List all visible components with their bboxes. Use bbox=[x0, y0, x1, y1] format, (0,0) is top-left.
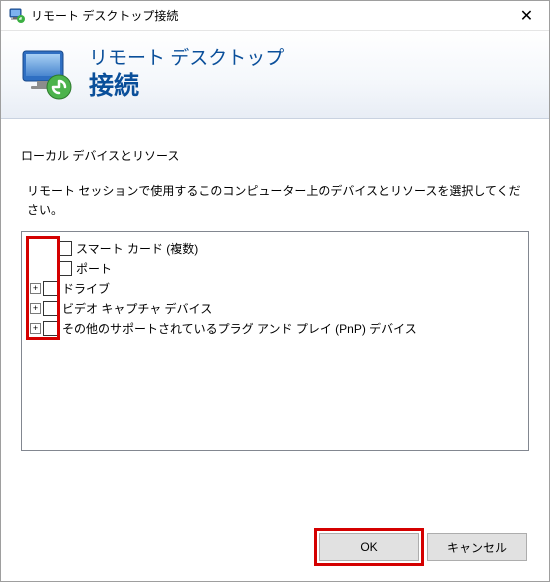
dialog-window: リモート デスクトップ接続 ✕ リモート デ bbox=[0, 0, 550, 582]
checkbox-video-capture[interactable] bbox=[43, 301, 58, 316]
tree-item-video-capture[interactable]: + ビデオ キャプチャ デバイス bbox=[26, 298, 524, 318]
ok-button[interactable]: OK bbox=[319, 533, 419, 561]
tree-label: ビデオ キャプチャ デバイス bbox=[61, 300, 212, 317]
tree-item-smartcard[interactable]: スマート カード (複数) bbox=[26, 238, 524, 258]
dialog-body: ローカル デバイスとリソース リモート セッションで使用するこのコンピューター上… bbox=[1, 119, 549, 581]
tree-expander-icon[interactable]: + bbox=[30, 303, 41, 314]
tree-item-drives[interactable]: + ドライブ bbox=[26, 278, 524, 298]
ok-button-label: OK bbox=[360, 540, 377, 554]
checkbox-pnp[interactable] bbox=[43, 321, 58, 336]
app-icon bbox=[9, 8, 25, 24]
titlebar[interactable]: リモート デスクトップ接続 ✕ bbox=[1, 1, 549, 31]
tree-expander-placeholder bbox=[44, 243, 55, 254]
cancel-button[interactable]: キャンセル bbox=[427, 533, 527, 561]
checkbox-drives[interactable] bbox=[43, 281, 58, 296]
button-row: OK キャンセル bbox=[21, 519, 529, 567]
window-title: リモート デスクトップ接続 bbox=[31, 7, 504, 24]
tree-label: その他のサポートされているプラグ アンド プレイ (PnP) デバイス bbox=[61, 320, 417, 337]
header-line-1: リモート デスクトップ bbox=[89, 48, 284, 71]
tree-item-pnp[interactable]: + その他のサポートされているプラグ アンド プレイ (PnP) デバイス bbox=[26, 318, 524, 338]
close-icon: ✕ bbox=[520, 6, 533, 26]
tree-expander-placeholder bbox=[44, 263, 55, 274]
checkbox-port[interactable] bbox=[57, 261, 72, 276]
cancel-button-label: キャンセル bbox=[447, 539, 507, 556]
section-title: ローカル デバイスとリソース bbox=[21, 147, 529, 164]
rdp-monitor-icon bbox=[19, 47, 75, 103]
device-tree[interactable]: スマート カード (複数) ポート + ドライブ + ビデオ キャプチャ デバイ… bbox=[21, 231, 529, 451]
tree-label: ポート bbox=[75, 260, 112, 277]
header-titles: リモート デスクトップ 接続 bbox=[89, 48, 284, 101]
header-line-2: 接続 bbox=[89, 71, 284, 101]
tree-label: ドライブ bbox=[61, 280, 110, 297]
close-button[interactable]: ✕ bbox=[504, 1, 549, 31]
header-banner: リモート デスクトップ 接続 bbox=[1, 31, 549, 119]
tree-item-port[interactable]: ポート bbox=[26, 258, 524, 278]
checkbox-smartcard[interactable] bbox=[57, 241, 72, 256]
instruction-text: リモート セッションで使用するこのコンピューター上のデバイスとリソースを選択して… bbox=[27, 182, 525, 219]
tree-expander-icon[interactable]: + bbox=[30, 323, 41, 334]
tree-expander-icon[interactable]: + bbox=[30, 283, 41, 294]
tree-label: スマート カード (複数) bbox=[75, 240, 198, 257]
